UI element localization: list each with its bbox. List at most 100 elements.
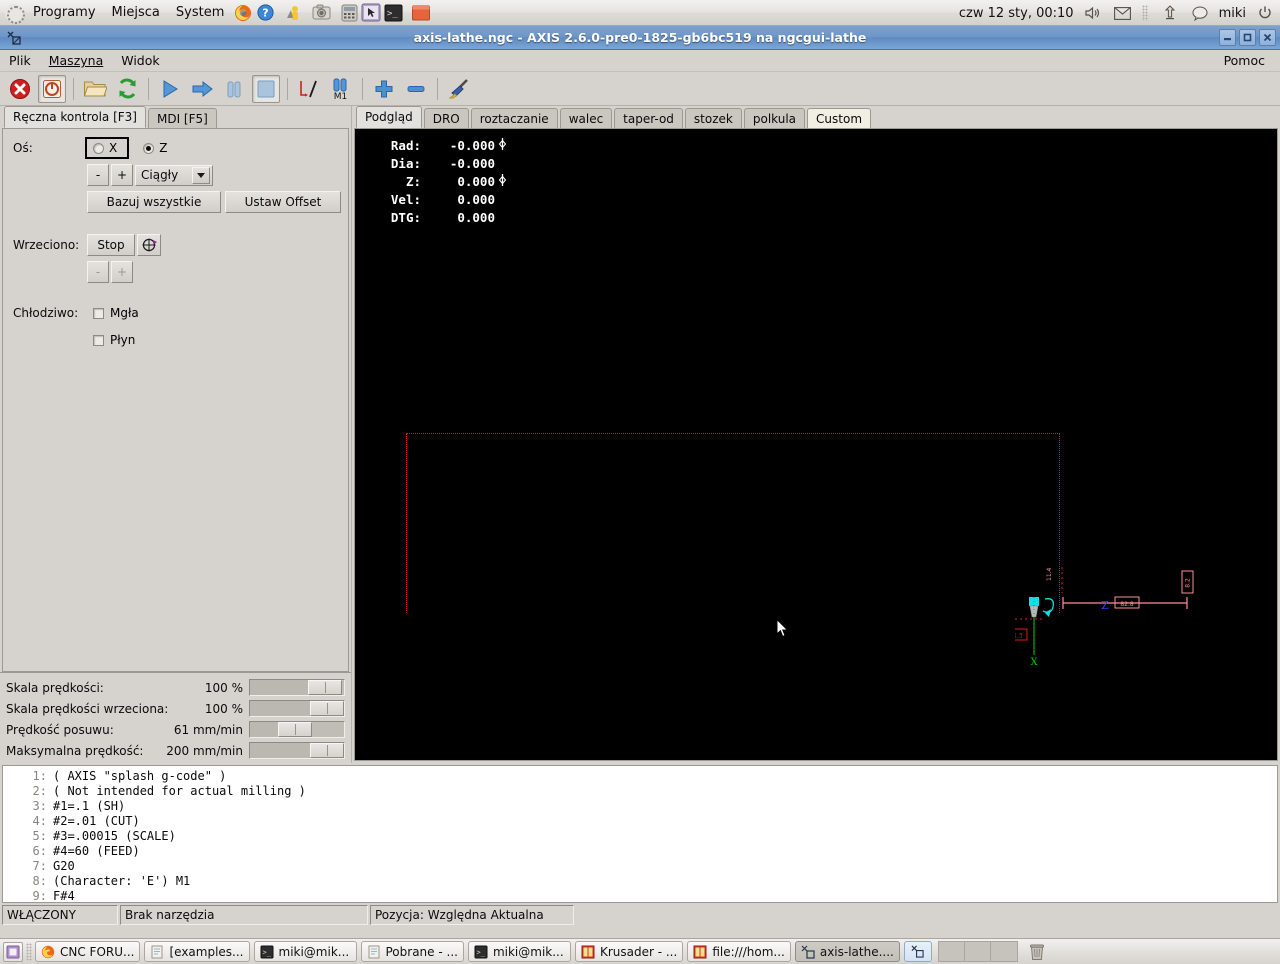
workspace-3[interactable] — [990, 942, 1017, 961]
krusader-icon — [693, 945, 707, 958]
tab-taper-od[interactable]: taper-od — [614, 108, 683, 128]
backplot-preview[interactable]: Rad: -0.000 Dia: -0.000 Z: 0.000 Vel: 0.… — [354, 128, 1278, 761]
network-icon[interactable] — [1159, 2, 1181, 24]
max-velocity-slider[interactable] — [249, 742, 345, 759]
coolant-flood-checkbox[interactable]: Płyn — [93, 333, 135, 347]
volume-icon[interactable] — [1082, 2, 1104, 24]
spindle-override-slider[interactable] — [249, 700, 345, 717]
taskbar-window-terminal-1[interactable]: >_ miki@mik... — [253, 941, 357, 962]
firefox-icon[interactable] — [232, 2, 254, 24]
workspace-switcher[interactable] — [937, 941, 1018, 962]
gcode-line[interactable]: 5: #3=.00015 (SCALE) — [25, 829, 1277, 844]
tab-custom[interactable]: Custom — [807, 108, 872, 128]
tab-roztaczanie[interactable]: roztaczanie — [470, 108, 558, 128]
taskbar-window-axis-lathe[interactable]: axis-lathe.... — [794, 941, 900, 962]
workspace-1[interactable] — [938, 942, 965, 961]
chat-icon[interactable] — [1189, 2, 1211, 24]
gcode-line-number: 2: — [32, 784, 47, 798]
gcode-line[interactable]: 6: #4=60 (FEED) — [25, 844, 1277, 859]
help-icon[interactable]: ? — [254, 2, 276, 24]
gcode-line[interactable]: 2: ( Not intended for actual milling ) — [25, 784, 1277, 799]
taskbar-window-krusader[interactable]: Krusader - ... — [574, 941, 684, 962]
menu-system[interactable]: System — [168, 2, 232, 24]
gcode-line[interactable]: 1: ( AXIS "splash g-code" ) — [25, 769, 1277, 784]
tab-dro[interactable]: DRO — [423, 108, 469, 128]
estop-button[interactable] — [6, 75, 34, 103]
menu-pomoc[interactable]: Pomoc — [1215, 51, 1274, 70]
skip-optional-button[interactable] — [295, 75, 323, 103]
gnome-top-panel: Programy Miejsca System ? >_ czw 12 sty,… — [0, 0, 1280, 26]
tab-polkula[interactable]: polkula — [743, 108, 806, 128]
menu-programy[interactable]: Programy — [25, 2, 104, 24]
menu-miejsca[interactable]: Miejsca — [104, 2, 168, 24]
spindle-stop-button[interactable]: Stop — [87, 234, 135, 256]
mail-icon[interactable] — [1112, 2, 1134, 24]
feed-override-slider[interactable] — [249, 679, 345, 696]
reload-file-button[interactable] — [113, 75, 141, 103]
menu-widok[interactable]: Widok — [112, 51, 168, 70]
tab-mdi[interactable]: MDI [F5] — [147, 108, 217, 128]
step-program-button[interactable] — [188, 75, 216, 103]
status-filler — [576, 905, 1278, 925]
taskbar-window-tray-axis[interactable] — [903, 941, 932, 962]
trash-icon[interactable] — [1026, 942, 1048, 961]
terminal-icon[interactable]: >_ — [382, 2, 404, 24]
zoom-out-button[interactable] — [402, 75, 430, 103]
taskbar-window-terminal-2[interactable]: >_ miki@mik... — [467, 941, 571, 962]
run-program-button[interactable] — [156, 75, 184, 103]
stop-program-button[interactable] — [252, 74, 280, 103]
zoom-in-button[interactable] — [370, 75, 398, 103]
taskbar-window-pobrane[interactable]: Pobrane - ... — [360, 941, 464, 962]
machine-power-button[interactable] — [38, 74, 66, 103]
ubuntu-logo-icon[interactable] — [5, 3, 25, 24]
taskbar-window-cnc-forum[interactable]: CNC FORU... — [35, 941, 141, 962]
jog-minus-button[interactable]: - — [87, 164, 109, 186]
spindle-slower-button[interactable]: - — [87, 261, 109, 283]
pause-program-button[interactable] — [220, 75, 248, 103]
close-button[interactable] — [1259, 29, 1276, 46]
tab-stozek[interactable]: stozek — [684, 108, 742, 128]
clear-backplot-button[interactable] — [445, 75, 473, 103]
axis-radio-x[interactable]: X — [85, 137, 130, 159]
jog-speed-slider[interactable] — [249, 721, 345, 738]
coolant-mist-checkbox[interactable]: Mgła — [93, 306, 139, 320]
tab-podglad[interactable]: Podgląd — [356, 106, 422, 128]
gcode-line[interactable]: 9: F#4 — [25, 889, 1277, 902]
gcode-line[interactable]: 8: (Character: 'E') M1 — [25, 874, 1277, 889]
taskbar-grip[interactable] — [26, 942, 32, 961]
workspace-2[interactable] — [964, 942, 991, 961]
jog-increment-value: Ciągły — [141, 168, 179, 182]
show-desktop-icon[interactable] — [3, 941, 23, 962]
maximize-button[interactable] — [1239, 29, 1256, 46]
files-icon[interactable] — [410, 2, 432, 24]
set-offset-button[interactable]: Ustaw Offset — [225, 191, 341, 213]
gcode-line[interactable]: 3: #1=.1 (SH) — [25, 799, 1277, 814]
home-all-button[interactable]: Bazuj wszystkie — [87, 191, 221, 213]
optional-stop-m1-button[interactable]: M1 — [327, 75, 355, 103]
update-manager-icon[interactable] — [282, 2, 304, 24]
jog-plus-button[interactable]: + — [111, 164, 133, 186]
spindle-direction-icon[interactable] — [137, 234, 161, 256]
spindle-faster-button[interactable]: + — [111, 261, 133, 283]
gcode-line[interactable]: 7: G20 — [25, 859, 1277, 874]
axis-radio-z[interactable]: Z — [137, 139, 177, 157]
menu-plik[interactable]: Plik — [0, 51, 40, 70]
jog-increment-select[interactable]: Ciągły — [135, 164, 213, 186]
tab-manual-control[interactable]: Ręczna kontrola [F3] — [4, 106, 146, 128]
taskbar-window-examples[interactable]: [examples... — [144, 941, 250, 962]
open-file-button[interactable] — [81, 75, 109, 103]
menu-maszyna[interactable]: Maszyna — [40, 51, 113, 70]
minimize-button[interactable] — [1219, 29, 1236, 46]
calculator-icon[interactable] — [338, 2, 360, 24]
screenshot-icon[interactable] — [310, 2, 332, 24]
taskbar-window-file-home[interactable]: file:///hom... — [687, 941, 791, 962]
power-icon[interactable] — [1254, 2, 1276, 24]
tab-walec[interactable]: walec — [559, 108, 613, 128]
gcode-listing[interactable]: 1: ( AXIS "splash g-code" ) 2: ( Not inten… — [2, 765, 1278, 903]
taskbar-window-label: Pobrane - ... — [385, 944, 458, 959]
gcode-line[interactable]: 4: #2=.01 (CUT) — [25, 814, 1277, 829]
remote-desktop-icon[interactable] — [360, 2, 382, 24]
user-name[interactable]: miki — [1219, 6, 1246, 21]
window-titlebar[interactable]: axis-lathe.ngc - AXIS 2.6.0-pre0-1825-gb… — [0, 26, 1280, 50]
clock[interactable]: czw 12 sty, 00:10 — [959, 6, 1074, 21]
